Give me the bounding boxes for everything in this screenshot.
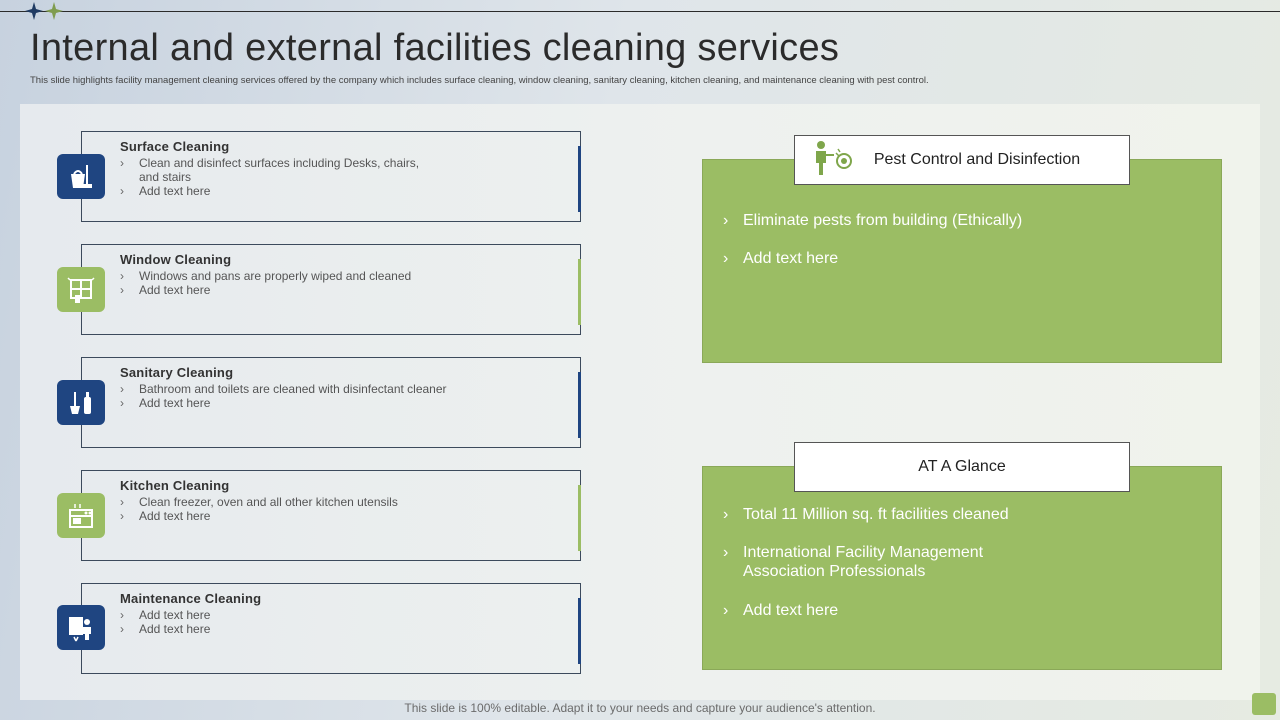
card-accent — [578, 598, 581, 664]
pest-spray-icon — [816, 141, 852, 175]
service-bullet: Bathroom and toilets are cleaned with di… — [120, 382, 469, 396]
toilet-brush-icon — [57, 380, 105, 425]
service-bullet: Add text here — [120, 622, 420, 636]
pest-item: Eliminate pests from building (Ethically… — [723, 211, 1022, 230]
service-title: Kitchen Cleaning — [120, 478, 230, 493]
corner-badge — [1252, 693, 1276, 715]
top-rule — [0, 11, 1280, 12]
service-title: Window Cleaning — [120, 252, 232, 267]
service-title: Sanitary Cleaning — [120, 365, 234, 380]
page-subtitle: This slide highlights facility managemen… — [30, 75, 929, 86]
service-bullets: Clean and disinfect surfaces including D… — [120, 156, 420, 198]
card-accent — [578, 485, 581, 551]
glance-list: Total 11 Million sq. ft facilities clean… — [723, 505, 1009, 620]
service-bullets: Add text here Add text here — [120, 608, 420, 636]
pest-control-title: Pest Control and Disinfection — [873, 151, 1081, 168]
pest-list: Eliminate pests from building (Ethically… — [723, 211, 1022, 268]
service-bullet: Clean freezer, oven and all other kitche… — [120, 495, 439, 509]
kitchen-icon — [57, 493, 105, 538]
service-bullet: Clean and disinfect surfaces including D… — [120, 156, 424, 184]
service-card-kitchen: Kitchen Cleaning Clean freezer, oven and… — [81, 470, 581, 561]
star-icon — [45, 2, 63, 20]
card-accent — [578, 146, 581, 212]
page-title: Internal and external facilities cleanin… — [30, 27, 840, 69]
service-bullet: Add text here — [120, 509, 420, 523]
glance-item: International Facility Management Associ… — [723, 543, 993, 581]
service-bullet: Add text here — [120, 396, 420, 410]
window-icon — [57, 267, 105, 312]
service-bullets: Clean freezer, oven and all other kitche… — [120, 495, 420, 523]
service-card-maintenance: Maintenance Cleaning Add text here Add t… — [81, 583, 581, 674]
service-card-window: Window Cleaning Windows and pans are pro… — [81, 244, 581, 335]
service-title: Surface Cleaning — [120, 139, 230, 154]
card-accent — [578, 372, 581, 438]
pest-control-box: Eliminate pests from building (Ethically… — [702, 159, 1222, 363]
glance-item: Add text here — [723, 601, 1009, 620]
card-accent — [578, 259, 581, 325]
service-bullets: Windows and pans are properly wiped and … — [120, 269, 420, 297]
maintenance-worker-icon — [57, 605, 105, 650]
glance-header: AT A Glance — [794, 442, 1130, 492]
glance-item: Total 11 Million sq. ft facilities clean… — [723, 505, 1009, 524]
service-bullets: Bathroom and toilets are cleaned with di… — [120, 382, 447, 410]
glance-title: AT A Glance — [918, 458, 1006, 475]
service-bullet: Add text here — [120, 608, 420, 622]
service-card-sanitary: Sanitary Cleaning Bathroom and toilets a… — [81, 357, 581, 448]
pest-control-header: Pest Control and Disinfection — [794, 135, 1130, 185]
service-title: Maintenance Cleaning — [120, 591, 262, 606]
service-bullet: Add text here — [120, 283, 420, 297]
bucket-cleaning-icon — [57, 154, 105, 199]
service-card-surface: Surface Cleaning Clean and disinfect sur… — [81, 131, 581, 222]
glance-box: Total 11 Million sq. ft facilities clean… — [702, 466, 1222, 670]
pest-item: Add text here — [723, 249, 1022, 268]
footer-note: This slide is 100% editable. Adapt it to… — [404, 701, 876, 715]
service-bullet: Windows and pans are properly wiped and … — [120, 269, 439, 283]
service-bullet: Add text here — [120, 184, 420, 198]
star-icon — [25, 2, 43, 20]
